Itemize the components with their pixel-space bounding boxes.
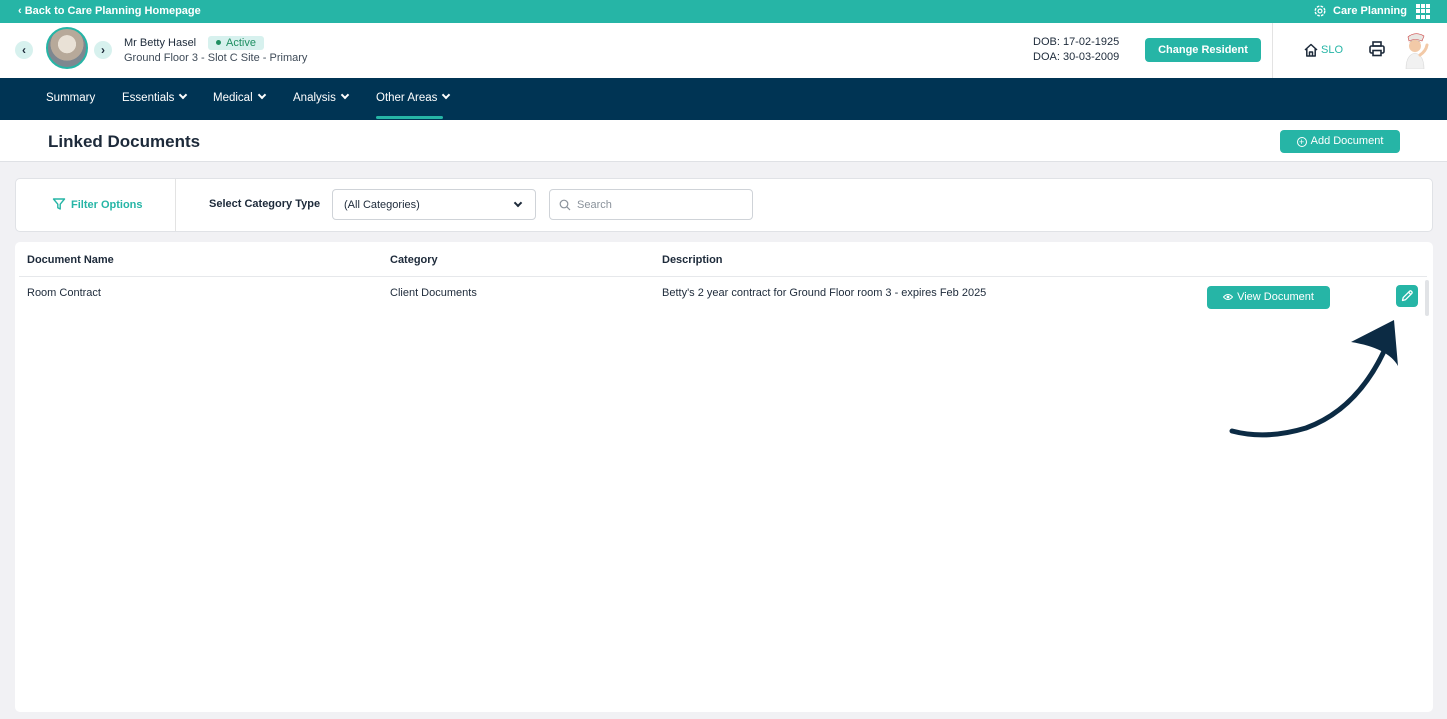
previous-resident-button[interactable]: ‹ [15, 41, 33, 59]
page-title: Linked Documents [48, 132, 201, 151]
chevron-down-icon [442, 90, 451, 100]
apps-grid-icon[interactable] [1416, 4, 1431, 19]
status-label: Active [226, 37, 256, 49]
resident-avatar [46, 27, 88, 69]
home-site-label[interactable]: SLO [1321, 44, 1343, 56]
category-cell: Client Documents [390, 287, 477, 299]
home-icon[interactable] [1303, 42, 1319, 58]
top-bar: ‹ Back to Care Planning Homepage Care Pl… [0, 0, 1447, 23]
eye-icon [1222, 294, 1234, 300]
search-input[interactable] [577, 197, 747, 213]
category-select-value: (All Categories) [344, 199, 420, 211]
chevron-down-icon [513, 198, 523, 208]
filter-divider [175, 179, 176, 231]
view-document-button[interactable]: View Document [1207, 286, 1330, 309]
document-name-cell: Room Contract [27, 287, 101, 299]
chevron-down-icon [257, 90, 266, 100]
date-of-admission: DOA: 30-03-2009 [1033, 51, 1120, 63]
nurse-icon[interactable] [1400, 31, 1430, 69]
filter-options-button[interactable]: Filter Options [52, 197, 143, 211]
add-document-button[interactable]: + Add Document [1280, 130, 1400, 153]
back-to-homepage-link[interactable]: ‹ Back to Care Planning Homepage [18, 5, 201, 17]
page-header: Linked Documents + Add Document [0, 120, 1447, 162]
view-document-label: View Document [1237, 291, 1314, 303]
print-icon[interactable] [1368, 40, 1386, 58]
change-resident-button[interactable]: Change Resident [1145, 38, 1261, 62]
column-header-category[interactable]: Category [390, 254, 438, 266]
main-navigation: Summary Essentials Medical Analysis Othe… [0, 78, 1447, 120]
status-dot-icon [216, 40, 221, 45]
app-name[interactable]: Care Planning [1333, 5, 1407, 17]
add-document-label: Add Document [1310, 135, 1384, 147]
resident-name: Mr Betty Hasel [124, 37, 197, 49]
table-scrollbar[interactable] [1425, 280, 1429, 316]
next-resident-button[interactable]: › [94, 41, 112, 59]
nav-medical-label: Medical [213, 92, 253, 104]
chevron-down-icon [340, 90, 350, 100]
active-tab-indicator [376, 116, 443, 119]
header-divider [19, 276, 1427, 277]
resident-header: ‹ › Mr Betty Hasel Active Ground Floor 3… [0, 23, 1447, 78]
nav-medical[interactable]: Medical [213, 90, 266, 104]
nav-essentials[interactable]: Essentials [122, 90, 188, 104]
description-cell: Betty's 2 year contract for Ground Floor… [662, 287, 987, 299]
category-select[interactable]: (All Categories) [332, 189, 536, 220]
nav-summary-label: Summary [46, 92, 96, 104]
settings-gear-icon[interactable] [1313, 4, 1327, 18]
chevron-down-icon [179, 90, 188, 100]
nav-summary[interactable]: Summary [46, 92, 95, 104]
category-type-label: Select Category Type [209, 198, 321, 210]
plus-circle-icon: + [1296, 137, 1307, 147]
date-of-birth: DOB: 17-02-1925 [1033, 36, 1120, 48]
nav-essentials-label: Essentials [122, 92, 175, 104]
column-header-document-name[interactable]: Document Name [27, 254, 114, 266]
nav-other-areas[interactable]: Other Areas [376, 90, 451, 104]
search-field[interactable] [549, 189, 753, 220]
status-badge: Active [208, 36, 264, 50]
column-header-description[interactable]: Description [662, 254, 723, 266]
nav-other-areas-label: Other Areas [376, 92, 438, 104]
resident-location: Ground Floor 3 - Slot C Site - Primary [124, 52, 308, 64]
documents-table: Document Name Category Description Room … [15, 242, 1433, 712]
edit-document-button[interactable] [1396, 285, 1418, 307]
funnel-icon [52, 198, 66, 210]
nav-analysis[interactable]: Analysis [293, 90, 350, 104]
annotation-arrow-icon [1229, 320, 1398, 438]
search-icon [559, 199, 571, 211]
header-divider [1272, 23, 1273, 78]
filter-panel: Filter Options Select Category Type (All… [15, 178, 1433, 232]
nav-analysis-label: Analysis [293, 92, 336, 104]
filter-options-label: Filter Options [71, 199, 143, 211]
pencil-icon [1401, 290, 1413, 302]
